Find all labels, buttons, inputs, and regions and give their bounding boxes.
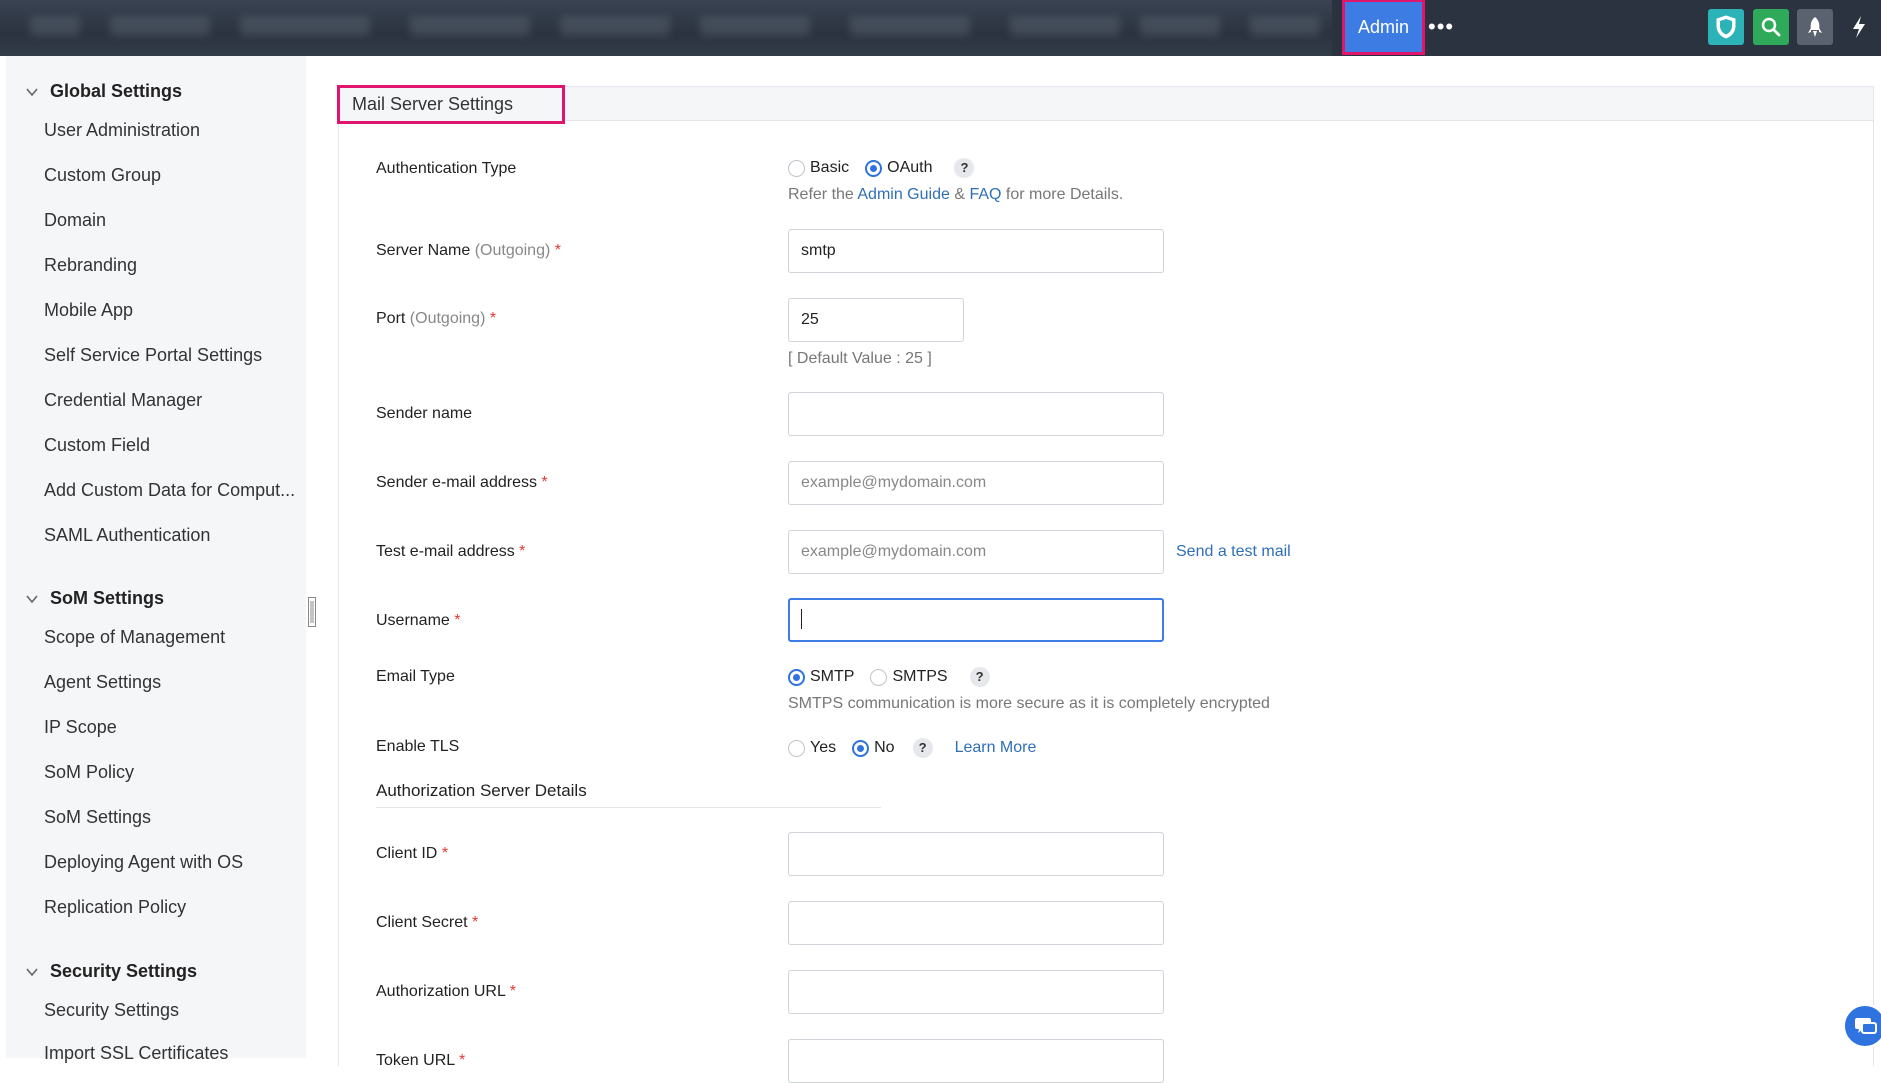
refer-suffix: for more Details.: [1005, 186, 1124, 203]
refer-prefix: Refer the: [788, 186, 854, 203]
sidebar-item-ip-scope[interactable]: IP Scope: [44, 717, 117, 738]
chevron-down-icon: [26, 594, 38, 603]
sidebar-item-custom-group[interactable]: Custom Group: [44, 165, 161, 186]
bolt-icon[interactable]: [1841, 9, 1877, 45]
auth-basic-radio[interactable]: [788, 159, 805, 177]
sidebar-item-deploying-agent[interactable]: Deploying Agent with OS: [44, 852, 243, 873]
sidebar-item-user-administration[interactable]: User Administration: [44, 120, 200, 141]
email-type-smtps-radio[interactable]: [870, 668, 888, 686]
email-type-radio-group: SMTP SMTPS ?: [788, 667, 990, 687]
client-secret-label: Client Secret *: [376, 914, 479, 931]
section-title: Security Settings: [50, 961, 198, 981]
email-type-hint: SMTPS communication is more secure as it…: [788, 695, 1270, 712]
test-email-input[interactable]: [788, 530, 1164, 574]
panel-header: [339, 87, 1873, 121]
port-label: Port (Outgoing) *: [376, 310, 497, 327]
authorization-url-label: Authorization URL *: [376, 983, 516, 1000]
auth-type-label: Authentication Type: [376, 160, 517, 177]
auth-oauth-radio[interactable]: [865, 159, 883, 177]
ampersand-text: &: [954, 186, 965, 203]
page-title: Mail Server Settings: [337, 85, 565, 124]
shield-icon[interactable]: [1708, 9, 1744, 45]
sidebar-item-replication-policy[interactable]: Replication Policy: [44, 897, 186, 918]
sidebar-section-global-settings[interactable]: Global Settings: [26, 81, 182, 102]
chat-icon[interactable]: [1843, 1004, 1881, 1048]
rocket-icon[interactable]: [1797, 9, 1833, 45]
sidebar-item-mobile-app[interactable]: Mobile App: [44, 300, 133, 321]
send-test-mail-link[interactable]: Send a test mail: [1176, 543, 1291, 561]
admin-guide-link[interactable]: Admin Guide: [857, 186, 950, 203]
help-icon[interactable]: ?: [969, 667, 990, 687]
sidebar-item-agent-settings[interactable]: Agent Settings: [44, 672, 161, 693]
port-input[interactable]: [788, 298, 964, 342]
server-name-label: Server Name (Outgoing) *: [376, 242, 561, 259]
token-url-input[interactable]: [788, 1039, 1164, 1083]
enable-tls-label: Enable TLS: [376, 738, 460, 755]
sidebar-item-saml-authentication[interactable]: SAML Authentication: [44, 525, 210, 546]
faq-link[interactable]: FAQ: [969, 186, 1001, 203]
top-navigation-bar: Admin •••: [0, 0, 1881, 56]
authorization-url-input[interactable]: [788, 970, 1164, 1014]
text-cursor: [801, 609, 802, 629]
sender-email-input[interactable]: [788, 461, 1164, 505]
client-id-input[interactable]: [788, 832, 1164, 876]
chevron-down-icon: [26, 967, 38, 976]
server-name-input[interactable]: [788, 229, 1164, 273]
token-url-label: Token URL *: [376, 1052, 466, 1069]
sidebar-item-import-ssl-certificates[interactable]: Import SSL Certificates: [44, 1043, 228, 1064]
sidebar-collapse-handle[interactable]: [308, 597, 316, 627]
sidebar-item-som-policy[interactable]: SoM Policy: [44, 762, 134, 783]
sidebar-section-som-settings[interactable]: SoM Settings: [26, 588, 164, 609]
sidebar-item-credential-manager[interactable]: Credential Manager: [44, 390, 202, 411]
blurred-nav-tabs: [0, 0, 1332, 56]
auth-type-reference: Refer the Admin Guide & FAQ for more Det…: [788, 186, 1123, 204]
sidebar-item-self-service-portal[interactable]: Self Service Portal Settings: [44, 345, 262, 366]
username-input[interactable]: [788, 598, 1164, 642]
port-default-hint: [ Default Value : 25 ]: [788, 350, 932, 367]
email-type-smtp-label[interactable]: SMTP: [810, 668, 854, 686]
sender-name-label: Sender name: [376, 405, 473, 422]
sidebar-item-scope-of-management[interactable]: Scope of Management: [44, 627, 225, 648]
sidebar-item-som-settings[interactable]: SoM Settings: [44, 807, 151, 828]
chevron-down-icon: [26, 87, 38, 96]
tls-yes-radio[interactable]: [788, 739, 805, 757]
settings-sidebar: Global Settings User Administration Cust…: [6, 56, 306, 1063]
section-title: SoM Settings: [50, 588, 165, 608]
enable-tls-radio-group: Yes No ? Learn More: [788, 738, 1036, 758]
sidebar-item-domain[interactable]: Domain: [44, 210, 106, 231]
auth-type-radio-group: Basic OAuth ?: [788, 158, 975, 178]
client-secret-input[interactable]: [788, 901, 1164, 945]
sidebar-item-add-custom-data[interactable]: Add Custom Data for Comput...: [44, 480, 295, 501]
section-divider: [376, 807, 881, 808]
more-options-icon[interactable]: •••: [1428, 14, 1454, 40]
admin-tab[interactable]: Admin: [1342, 0, 1425, 55]
tls-no-label[interactable]: No: [874, 739, 894, 757]
username-label: Username *: [376, 612, 461, 629]
tls-yes-label[interactable]: Yes: [810, 739, 836, 757]
sidebar-item-custom-field[interactable]: Custom Field: [44, 435, 150, 456]
auth-oauth-label[interactable]: OAuth: [887, 159, 932, 177]
help-icon[interactable]: ?: [954, 158, 975, 178]
tls-no-radio[interactable]: [852, 739, 870, 757]
sidebar-item-rebranding[interactable]: Rebranding: [44, 255, 137, 276]
sidebar-item-security-settings[interactable]: Security Settings: [44, 1000, 179, 1021]
sender-name-input[interactable]: [788, 392, 1164, 436]
sender-email-label: Sender e-mail address *: [376, 474, 548, 491]
sidebar-section-security-settings[interactable]: Security Settings: [26, 961, 197, 982]
search-icon[interactable]: [1753, 9, 1789, 45]
auth-server-heading: Authorization Server Details: [376, 781, 587, 800]
email-type-smtp-radio[interactable]: [788, 668, 805, 686]
auth-basic-label[interactable]: Basic: [810, 159, 849, 177]
client-id-label: Client ID *: [376, 845, 449, 862]
test-email-label: Test e-mail address *: [376, 543, 526, 560]
email-type-smtps-label[interactable]: SMTPS: [892, 668, 947, 686]
help-icon[interactable]: ?: [912, 738, 933, 758]
section-title: Global Settings: [50, 81, 183, 101]
learn-more-link[interactable]: Learn More: [955, 739, 1037, 757]
email-type-label: Email Type: [376, 668, 455, 685]
